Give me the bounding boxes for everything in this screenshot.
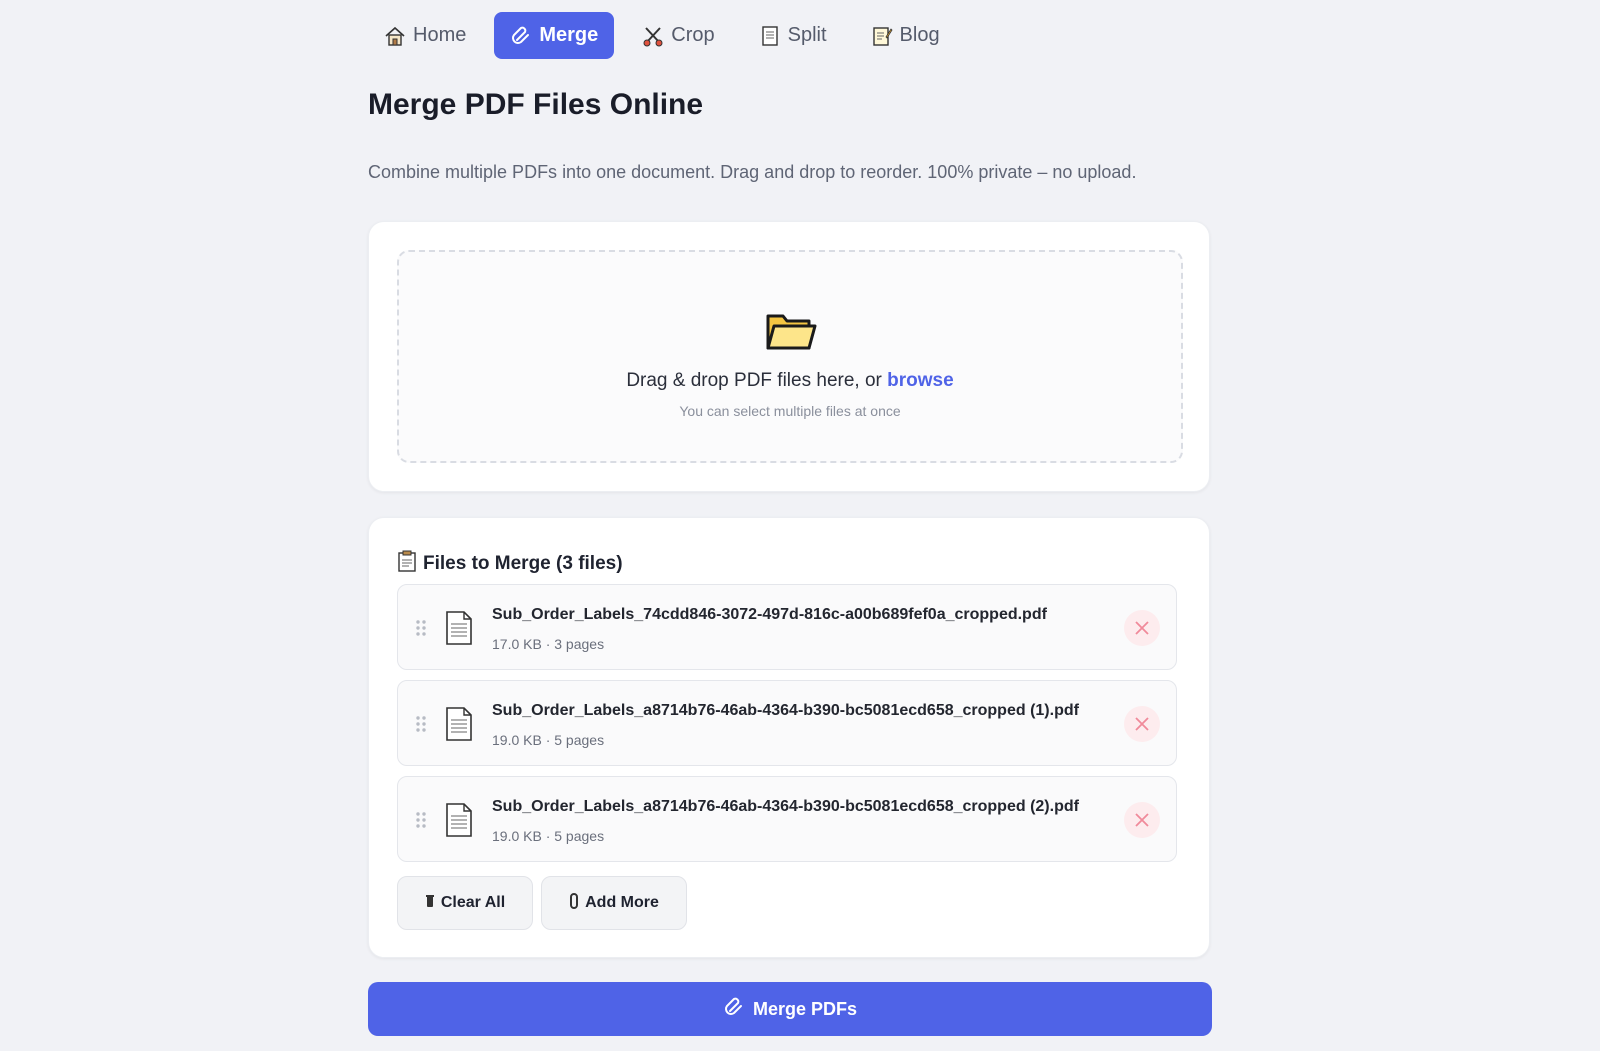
file-row[interactable]: Sub_Order_Labels_a8714b76-46ab-4364-b390…	[397, 776, 1177, 862]
nav-blog[interactable]: Blog	[855, 12, 956, 59]
trash-icon	[425, 894, 435, 913]
file-meta: 17.0 KB · 3 pages	[492, 636, 605, 652]
drop-instructions: Drag & drop PDF files here, or browse	[399, 370, 1181, 392]
files-heading: Files to Merge (3 files)	[397, 550, 623, 578]
browse-link[interactable]: browse	[887, 370, 954, 391]
page-subtitle: Combine multiple PDFs into one document.…	[368, 162, 1137, 182]
scissors-icon	[642, 25, 664, 47]
clipboard-icon	[397, 550, 417, 578]
remove-file-button[interactable]	[1124, 802, 1160, 838]
upload-card: Drag & drop PDF files here, or browse Yo…	[368, 221, 1210, 492]
file-name: Sub_Order_Labels_74cdd846-3072-497d-816c…	[492, 606, 1047, 623]
pdf-file-icon	[444, 802, 474, 843]
nav-merge[interactable]: Merge	[494, 12, 615, 59]
file-name: Sub_Order_Labels_a8714b76-46ab-4364-b390…	[492, 702, 1079, 719]
close-icon	[1135, 813, 1149, 827]
top-nav: Home Merge Crop Split Blog	[368, 12, 968, 59]
drop-zone[interactable]: Drag & drop PDF files here, or browse Yo…	[397, 250, 1183, 463]
close-icon	[1135, 621, 1149, 635]
files-heading-text: Files to Merge (3 files)	[423, 553, 623, 574]
drag-handle-icon[interactable]	[415, 619, 427, 642]
folder-icon	[765, 308, 817, 357]
merge-pdfs-label: Merge PDFs	[752, 998, 858, 1019]
close-icon	[1135, 717, 1149, 731]
add-more-label: Add More	[585, 894, 659, 911]
add-more-button[interactable]: Add More	[541, 876, 687, 930]
drop-hint: You can select multiple files at once	[679, 403, 901, 419]
remove-file-button[interactable]	[1124, 610, 1160, 646]
nav-split-label: Split	[787, 24, 827, 46]
nav-merge-label: Merge	[539, 24, 599, 46]
nav-blog-label: Blog	[899, 24, 940, 46]
nav-home-label: Home	[413, 24, 467, 46]
page-icon	[759, 25, 781, 47]
file-name: Sub_Order_Labels_a8714b76-46ab-4364-b390…	[492, 798, 1079, 815]
nav-crop-label: Crop	[671, 24, 715, 46]
file-row[interactable]: Sub_Order_Labels_74cdd846-3072-497d-816c…	[397, 584, 1177, 670]
drop-text: Drag & drop PDF files here, or	[626, 370, 888, 391]
clear-all-button[interactable]: Clear All	[397, 876, 533, 930]
house-icon	[384, 25, 406, 47]
memo-icon	[871, 25, 893, 47]
merge-pdfs-button[interactable]: Merge PDFs	[368, 982, 1212, 1036]
paperclip-icon	[510, 25, 532, 47]
nav-split[interactable]: Split	[743, 12, 843, 59]
file-meta: 19.0 KB · 5 pages	[492, 732, 605, 748]
pdf-file-icon	[444, 706, 474, 747]
drag-handle-icon[interactable]	[415, 715, 427, 738]
drag-handle-icon[interactable]	[415, 811, 427, 834]
nav-crop[interactable]: Crop	[626, 12, 730, 59]
files-card: Files to Merge (3 files) Sub_Order_Label…	[368, 517, 1210, 958]
paperclip-icon	[723, 996, 745, 1023]
remove-file-button[interactable]	[1124, 706, 1160, 742]
file-row[interactable]: Sub_Order_Labels_a8714b76-46ab-4364-b390…	[397, 680, 1177, 766]
nav-home[interactable]: Home	[368, 12, 482, 59]
file-meta: 19.0 KB · 5 pages	[492, 828, 605, 844]
page-title: Merge PDF Files Online	[368, 88, 704, 121]
clear-all-label: Clear All	[440, 894, 506, 911]
pdf-file-icon	[444, 610, 474, 651]
paperclip-icon	[569, 892, 579, 914]
